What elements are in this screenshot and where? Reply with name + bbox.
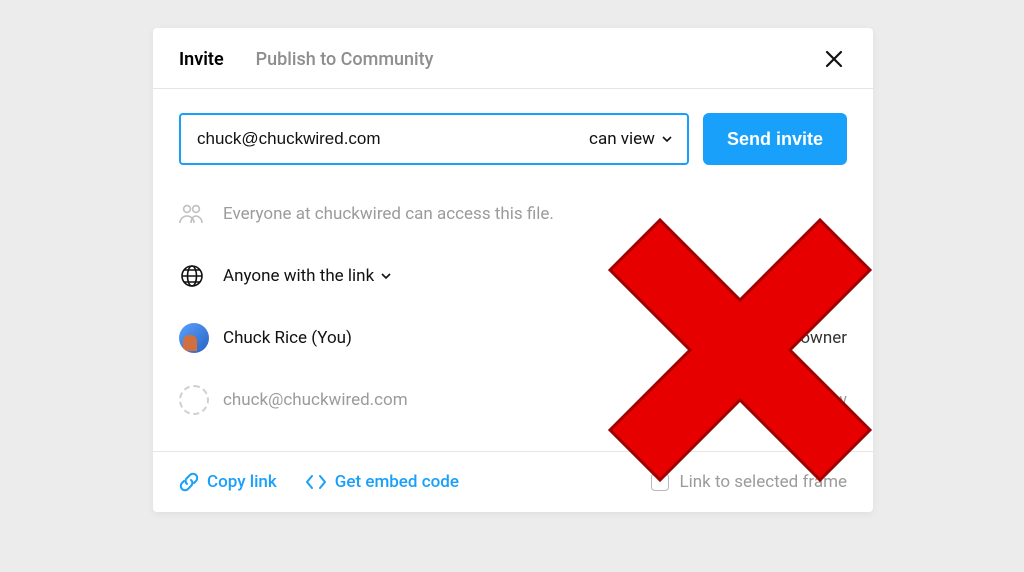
- dialog-footer: Copy link Get embed code Link to selecte…: [153, 451, 873, 512]
- tab-publish[interactable]: Publish to Community: [256, 49, 434, 70]
- owner-name: Chuck Rice (You): [223, 328, 352, 348]
- pending-email: chuck@chuckwired.com: [223, 390, 408, 410]
- embed-code-label: Get embed code: [335, 472, 459, 492]
- link-icon: [179, 472, 199, 492]
- chevron-down-icon: [661, 133, 673, 145]
- email-combo[interactable]: can view: [179, 113, 689, 165]
- people-icon: [179, 203, 205, 225]
- permission-label: can view: [589, 129, 655, 149]
- pending-role[interactable]: can view: [781, 390, 847, 410]
- link-scope-select[interactable]: Anyone with the link: [223, 266, 392, 286]
- link-scope-row: Anyone with the link can view: [179, 245, 847, 307]
- link-to-frame-label: Link to selected frame: [679, 472, 847, 492]
- copy-link-button[interactable]: Copy link: [179, 472, 277, 492]
- tab-invite[interactable]: Invite: [179, 49, 224, 70]
- email-input[interactable]: [197, 129, 589, 149]
- org-access-row: Everyone at chuckwired can access this f…: [179, 183, 847, 245]
- share-list: Everyone at chuckwired can access this f…: [153, 183, 873, 451]
- avatar: [179, 323, 209, 353]
- code-icon: [305, 472, 327, 492]
- link-scope-label: Anyone with the link: [223, 266, 374, 286]
- owner-row: Chuck Rice (You) owner: [179, 307, 847, 369]
- checkbox-icon: [651, 473, 669, 491]
- pending-row: chuck@chuckwired.com can view: [179, 369, 847, 431]
- permission-select[interactable]: can view: [589, 129, 673, 149]
- globe-icon: [179, 263, 205, 289]
- link-to-frame-toggle[interactable]: Link to selected frame: [651, 472, 847, 492]
- org-access-text: Everyone at chuckwired can access this f…: [223, 204, 554, 224]
- owner-role: owner: [800, 328, 847, 348]
- share-dialog: Invite Publish to Community can view Sen…: [153, 28, 873, 512]
- link-scope-permission[interactable]: can view: [781, 266, 847, 286]
- chevron-down-icon: [380, 270, 392, 282]
- copy-link-label: Copy link: [207, 472, 277, 492]
- close-icon: [824, 49, 844, 69]
- tabs-row: Invite Publish to Community: [153, 28, 873, 89]
- embed-code-button[interactable]: Get embed code: [305, 472, 459, 492]
- close-button[interactable]: [821, 46, 847, 72]
- pending-avatar-icon: [179, 385, 209, 415]
- send-invite-button[interactable]: Send invite: [703, 113, 847, 165]
- invite-bar: can view Send invite: [153, 89, 873, 183]
